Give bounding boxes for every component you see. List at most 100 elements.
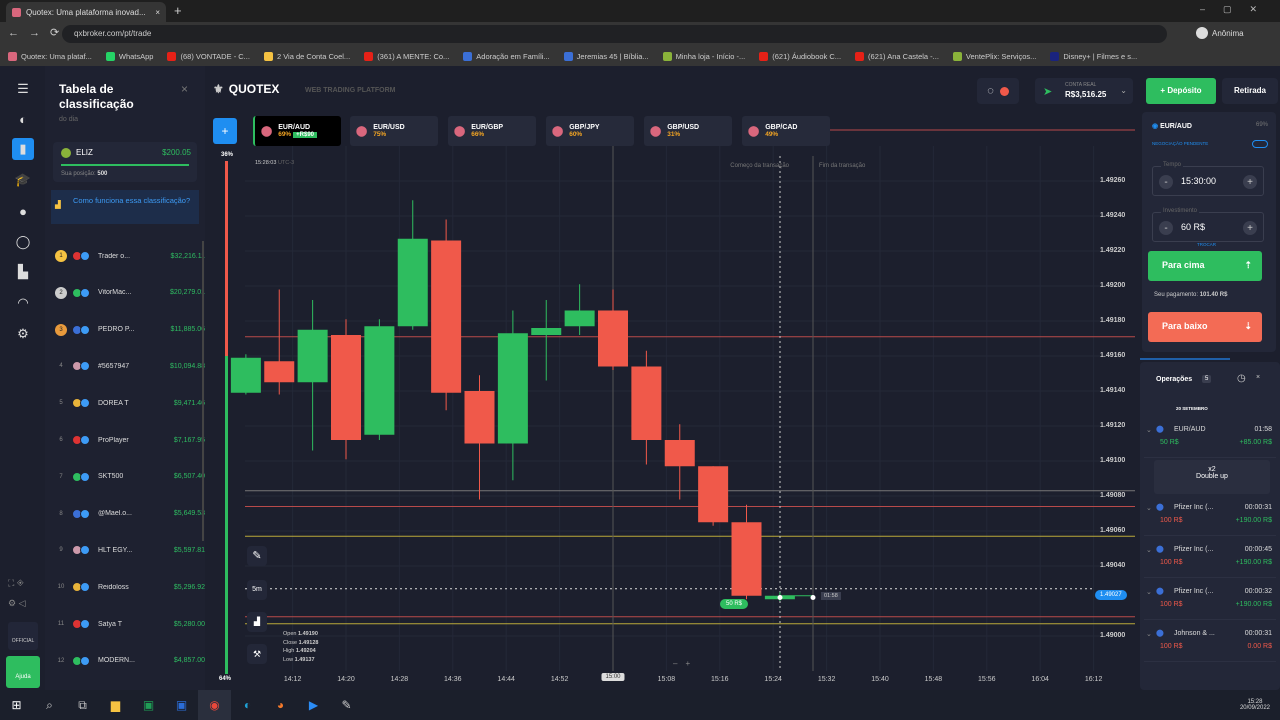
leaderboard-row[interactable]: 4 #5657947 $10,094.88 bbox=[55, 356, 205, 376]
zoom-controls[interactable]: –+ bbox=[673, 659, 698, 668]
asset-tab[interactable]: ⬤ EUR/AUD 69% +R$90 bbox=[253, 116, 341, 146]
bookmark-item[interactable]: Quotex: Uma plataf... bbox=[8, 51, 92, 61]
bookmark-item[interactable]: Disney+ | Filmes e s... bbox=[1050, 51, 1137, 61]
withdraw-button[interactable]: Retirada bbox=[1222, 78, 1278, 104]
leaderboard-row[interactable]: 2 VitorMac... $20,279.01 bbox=[55, 283, 205, 303]
timeframe-button[interactable]: 5m bbox=[247, 580, 267, 600]
bookmark-item[interactable]: 2 Via de Conta Coel... bbox=[263, 51, 350, 61]
help-button[interactable]: Ajuda bbox=[6, 656, 40, 688]
chevron-down-icon: ⌄ bbox=[1146, 631, 1152, 638]
window-controls[interactable]: –▢✕ bbox=[1200, 4, 1275, 15]
bookmark-item[interactable]: (621) Ana Castela -... bbox=[855, 51, 939, 61]
operation-item[interactable]: ⌄ ⬤ Pfizer Inc (... 00:00:32 100 R$ +190.00 R… bbox=[1144, 586, 1276, 620]
trade-timer: 01:58 bbox=[821, 592, 841, 600]
add-asset-button[interactable]: + bbox=[213, 118, 237, 144]
time-field[interactable]: Tempo - 15:30:00 + bbox=[1152, 162, 1264, 196]
menu-icon[interactable]: ☰ bbox=[12, 78, 34, 100]
official-label: OFFICIAL bbox=[11, 638, 35, 644]
analytics-icon[interactable]: ◠ bbox=[12, 292, 34, 314]
switch-currency-link[interactable]: TROCAR bbox=[1197, 242, 1216, 247]
close-tab-icon[interactable]: × bbox=[155, 8, 160, 17]
bookmark-item[interactable]: (68) VONTADE - C... bbox=[167, 51, 250, 61]
leaderboard-row[interactable]: 3 PEDRO P... $11,885.06 bbox=[55, 320, 205, 340]
help-label: Ajuda bbox=[15, 674, 31, 680]
bookmark-item[interactable]: Minha loja - Início -... bbox=[662, 51, 745, 61]
support-icon[interactable]: ◯ bbox=[12, 231, 34, 253]
leaderboard-row[interactable]: 6 ProPlayer $7,167.95 bbox=[55, 430, 205, 450]
history-icon[interactable]: ◷ bbox=[1237, 373, 1246, 384]
up-label: Para cima bbox=[1162, 260, 1205, 270]
leaderboard-row[interactable]: 9 HLT EGY... $5,597.81 bbox=[55, 540, 205, 560]
chrome-icon[interactable]: ◉ bbox=[198, 690, 231, 720]
leaderboard-row[interactable]: 11 Satya T $5,280.00 bbox=[55, 614, 205, 634]
invest-plus-button[interactable]: + bbox=[1243, 221, 1257, 235]
excel-icon[interactable]: ▣ bbox=[132, 690, 165, 720]
asset-tab[interactable]: ⬤ EUR/USD 75% bbox=[350, 116, 438, 146]
url-input[interactable]: qxbroker.com/pt/trade bbox=[62, 25, 1167, 43]
time-minus-button[interactable]: - bbox=[1159, 175, 1173, 189]
deposit-button[interactable]: + Depósito bbox=[1146, 78, 1216, 104]
nav-buttons[interactable]: ←→⟳ bbox=[8, 26, 69, 39]
call-up-button[interactable]: Para cima ⇡ bbox=[1148, 251, 1262, 281]
asset-tab[interactable]: ⬤ GBP/JPY 60% bbox=[546, 116, 634, 146]
put-down-button[interactable]: Para baixo ⇣ bbox=[1148, 312, 1262, 342]
firefox-icon[interactable]: ◕ bbox=[264, 690, 297, 720]
pending-toggle[interactable] bbox=[1252, 140, 1268, 148]
price-chart[interactable]: 1.49260 1.49240 1.49220 1.49200 1.49180 1.491… bbox=[205, 66, 1140, 690]
new-tab-button[interactable]: + bbox=[174, 3, 182, 18]
promo-icon[interactable]: ⚙ bbox=[12, 323, 34, 345]
task-view-icon[interactable]: ⧉ bbox=[66, 690, 99, 720]
chart-type-icon[interactable]: ▟ bbox=[247, 612, 267, 632]
leaderboard-row[interactable]: 1 Trader o... $32,216.11 bbox=[55, 246, 205, 266]
account-icon[interactable]: ● bbox=[12, 200, 34, 222]
trade-marker[interactable]: 50 R$ bbox=[720, 599, 749, 609]
bookmark-item[interactable]: (621) Áudiobook C... bbox=[759, 51, 841, 61]
leaderboard-row[interactable]: 7 SKT500 $6,507.40 bbox=[55, 467, 205, 487]
edge-icon[interactable]: ◐ bbox=[231, 690, 264, 720]
trade-icon[interactable]: ◐ bbox=[12, 108, 34, 130]
profile-icon bbox=[1196, 27, 1208, 39]
file-explorer-icon[interactable]: ▆ bbox=[99, 690, 132, 720]
close-ops-icon[interactable]: × bbox=[1256, 374, 1260, 381]
asset-tab[interactable]: ⬤ EUR/GBP 66% bbox=[448, 116, 536, 146]
double-up-button[interactable]: x2 Double up bbox=[1154, 460, 1270, 494]
browser-tab[interactable]: Quotex: Uma plataforma inovad... × bbox=[6, 2, 166, 22]
draw-tool-icon[interactable]: ✎ bbox=[247, 546, 267, 566]
invest-minus-button[interactable]: - bbox=[1159, 221, 1173, 235]
fullscreen-icon[interactable]: ⛶ ◈ bbox=[8, 578, 24, 589]
leaderboard-row[interactable]: 12 MODERN... $4,857.00 bbox=[55, 651, 205, 671]
asset-tab[interactable]: ⬤ GBP/USD 31% bbox=[644, 116, 732, 146]
bookmark-item[interactable]: Adoração em Famíli... bbox=[463, 51, 550, 61]
operation-item[interactable]: ⌄ ⬤ EUR/AUD 01:58 50 R$ +85.00 R$ bbox=[1144, 424, 1276, 458]
profile-button[interactable]: Anônima bbox=[1196, 27, 1244, 39]
market-icon[interactable]: ▙ bbox=[12, 261, 34, 283]
app-icon[interactable]: ✎ bbox=[330, 690, 363, 720]
close-panel-icon[interactable]: × bbox=[181, 82, 188, 96]
how-it-works-link[interactable]: ▟ Como funciona essa classificação? bbox=[51, 190, 199, 224]
leaderboard-row[interactable]: 10 Reidoloss $5,296.92 bbox=[55, 577, 205, 597]
bookmark-item[interactable]: (361) A MENTE: Co... bbox=[364, 51, 449, 61]
asset-tab[interactable]: ⬤ GBP/CAD 49% bbox=[742, 116, 830, 146]
search-icon[interactable]: ⌕ bbox=[33, 690, 66, 720]
asset-flag-icon: ⬤ bbox=[1156, 588, 1164, 595]
operation-item[interactable]: ⌄ ⬤ Johnson & ... 00:00:31 100 R$ 0.00 R$ bbox=[1144, 628, 1276, 662]
bookmark-item[interactable]: VentePlix: Serviços... bbox=[952, 51, 1036, 61]
word-icon[interactable]: ▣ bbox=[165, 690, 198, 720]
operation-item[interactable]: ⌄ ⬤ Pfizer Inc (... 00:00:31 100 R$ +190.00 R… bbox=[1144, 502, 1276, 536]
user-rank-card: ELIZ $200.05 Sua posição: 500 bbox=[53, 142, 197, 182]
operation-item[interactable]: ⌄ ⬤ Pfizer Inc (... 00:00:45 100 R$ +190.00 R… bbox=[1144, 544, 1276, 578]
settings-sound-icons[interactable]: ⚙ ◁ bbox=[8, 598, 26, 609]
leaderboard-row[interactable]: 5 DÓREA T $9,471.46 bbox=[55, 393, 205, 413]
bookmark-item[interactable]: WhatsApp bbox=[105, 51, 153, 61]
indicators-icon[interactable]: ⚒ bbox=[247, 644, 267, 664]
leaderboard-row[interactable]: 8 @Mael.o... $5,649.53 bbox=[55, 504, 205, 524]
zoom-app-icon[interactable]: ▶ bbox=[297, 690, 330, 720]
start-icon[interactable]: ⊞ bbox=[0, 690, 33, 720]
leaderboard-scrollbar[interactable] bbox=[202, 241, 204, 541]
investment-field[interactable]: Investimento - 60 R$ + bbox=[1152, 208, 1264, 242]
education-icon[interactable]: 🎓 bbox=[12, 169, 34, 191]
y-tick-label: 1.49140 bbox=[1100, 387, 1126, 394]
bookmark-item[interactable]: Jeremias 45 | Bíblia... bbox=[563, 51, 649, 61]
leaderboard-icon[interactable]: ▮ bbox=[12, 138, 34, 160]
time-plus-button[interactable]: + bbox=[1243, 175, 1257, 189]
